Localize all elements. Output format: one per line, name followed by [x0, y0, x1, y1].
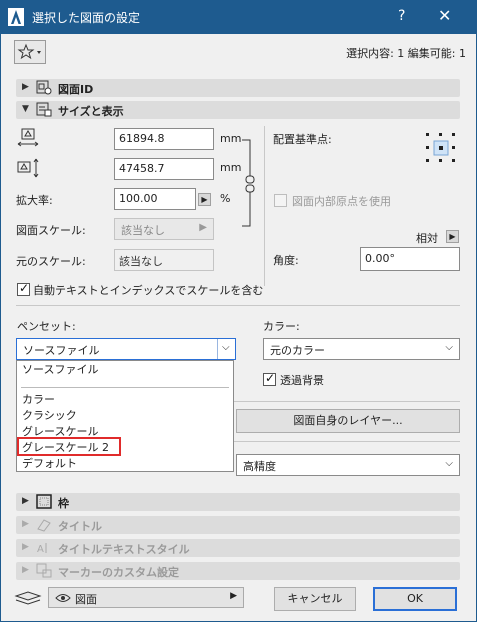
drawing-layer-button[interactable]: 図面自身のレイヤー... [236, 409, 460, 433]
cancel-button[interactable]: キャンセル [274, 587, 356, 611]
expand-arrow-icon: ▶ [22, 519, 29, 529]
view-value: 図面 [75, 593, 97, 606]
scale-label: 拡大率: [16, 194, 53, 207]
star-icon [17, 43, 41, 60]
divider [234, 441, 460, 442]
chevron-down-icon: ⌵ [445, 342, 453, 353]
size-display-icon [36, 102, 52, 117]
penset-combo[interactable]: ソースファイル ⌵ [16, 338, 236, 360]
internal-origin-label: 図面内部原点を使用 [292, 195, 391, 208]
quality-combo[interactable]: 高精度 ⌵ [236, 454, 460, 476]
help-button[interactable]: ? [398, 8, 405, 24]
penset-value: ソースファイル [23, 344, 100, 357]
height-input[interactable]: 47458.7 [114, 158, 214, 180]
auto-text-checkbox[interactable]: ✓ [17, 281, 30, 296]
title-icon [37, 519, 51, 532]
scale-arrow-icon[interactable]: ▶ [198, 193, 211, 206]
combo-arrow-box: ⌵ [217, 339, 235, 359]
width-icon [17, 128, 39, 147]
eye-icon [55, 594, 71, 602]
drawing-scale-label: 図面スケール: [16, 224, 86, 237]
auto-text-label: 自動テキストとインデックスでスケールを含む [33, 284, 264, 297]
checkmark-icon: ✓ [19, 281, 30, 295]
transparent-label: 透過背景 [280, 374, 324, 387]
section-frame[interactable]: ▶ 枠 [16, 493, 460, 511]
drawing-id-icon [36, 80, 52, 95]
section-title-text-style[interactable]: ▶ A タイトルテキストスタイル [16, 539, 460, 557]
highlight-box [17, 437, 121, 456]
dropdown-item-source-file[interactable]: ソースファイル [22, 363, 98, 377]
close-button[interactable]: ✕ [438, 6, 451, 25]
dropdown-item-color[interactable]: カラー [22, 393, 55, 407]
divider [234, 401, 460, 402]
section-size-display[interactable]: ▼ サイズと表示 [16, 101, 460, 119]
dropdown-separator [21, 387, 229, 388]
proportion-lock-icon[interactable] [240, 138, 262, 230]
section-label: タイトル [58, 520, 102, 533]
width-input[interactable]: 61894.8 [114, 128, 214, 150]
width-unit: mm [220, 132, 242, 145]
penset-label: ペンセット: [17, 320, 76, 333]
color-combo[interactable]: 元のカラー ⌵ [263, 338, 460, 360]
favorites-button[interactable] [14, 40, 46, 64]
dropdown-arrow-icon: ▶ [230, 591, 237, 601]
frame-icon [36, 494, 52, 509]
collapse-arrow-icon: ▼ [22, 104, 29, 114]
svg-text:A: A [37, 544, 44, 555]
expand-arrow-icon: ▶ [22, 496, 29, 506]
section-marker-custom[interactable]: ▶ マーカーのカスタム設定 [16, 562, 460, 580]
chevron-down-icon: ⌵ [222, 342, 230, 353]
section-label: タイトルテキストスタイル [58, 543, 190, 556]
quality-value: 高精度 [243, 460, 276, 473]
drawing-scale-combo[interactable]: 該当なし ▶ [114, 218, 214, 240]
ok-button[interactable]: OK [373, 587, 457, 611]
marker-icon [36, 563, 52, 578]
original-scale-value: 該当なし [114, 249, 214, 271]
divider [16, 305, 460, 306]
anchor-point-grid[interactable] [424, 131, 458, 165]
checkmark-icon: ✓ [265, 371, 276, 385]
title-bar: 選択した図面の設定 ? ✕ [0, 0, 477, 34]
angle-label: 角度: [273, 254, 299, 267]
anchor-label: 配置基準点: [273, 133, 332, 146]
archicad-app-icon [8, 8, 24, 26]
drawing-scale-value: 該当なし [121, 224, 165, 237]
relative-label: 相対 [416, 232, 438, 245]
expand-arrow-icon: ▶ [22, 565, 29, 575]
chevron-down-icon: ⌵ [445, 458, 453, 469]
section-title[interactable]: ▶ タイトル [16, 516, 460, 534]
dropdown-item-default[interactable]: デフォルト [22, 457, 77, 471]
section-label: サイズと表示 [58, 105, 124, 118]
dropdown-item-classic[interactable]: クラシック [22, 409, 77, 423]
relative-arrow-icon[interactable]: ▶ [446, 230, 459, 243]
angle-input[interactable]: 0.00° [360, 247, 460, 271]
selection-info: 選択内容: 1 編集可能: 1 [346, 47, 466, 60]
expand-arrow-icon: ▶ [22, 542, 29, 552]
internal-origin-checkbox[interactable] [274, 194, 287, 207]
scale-input[interactable]: 100.00 [114, 188, 196, 210]
dropdown-arrow-icon: ▶ [199, 222, 207, 233]
color-label: カラー: [263, 320, 300, 333]
original-scale-label: 元のスケール: [16, 255, 86, 268]
layers-icon [14, 591, 42, 605]
section-label: 図面ID [58, 83, 94, 96]
column-divider [264, 126, 265, 286]
window-title: 選択した図面の設定 [32, 11, 141, 25]
transparent-checkbox[interactable]: ✓ [263, 371, 276, 386]
section-label: マーカーのカスタム設定 [58, 566, 179, 579]
section-drawing-id[interactable]: ▶ 図面ID [16, 79, 460, 97]
section-label: 枠 [58, 497, 69, 510]
percent-label: % [220, 192, 231, 205]
text-style-icon: A [37, 543, 47, 555]
height-icon [17, 158, 39, 178]
view-combo[interactable]: 図面 ▶ [48, 587, 244, 608]
expand-arrow-icon: ▶ [22, 82, 29, 92]
color-value: 元のカラー [270, 344, 325, 357]
height-unit: mm [220, 161, 242, 174]
